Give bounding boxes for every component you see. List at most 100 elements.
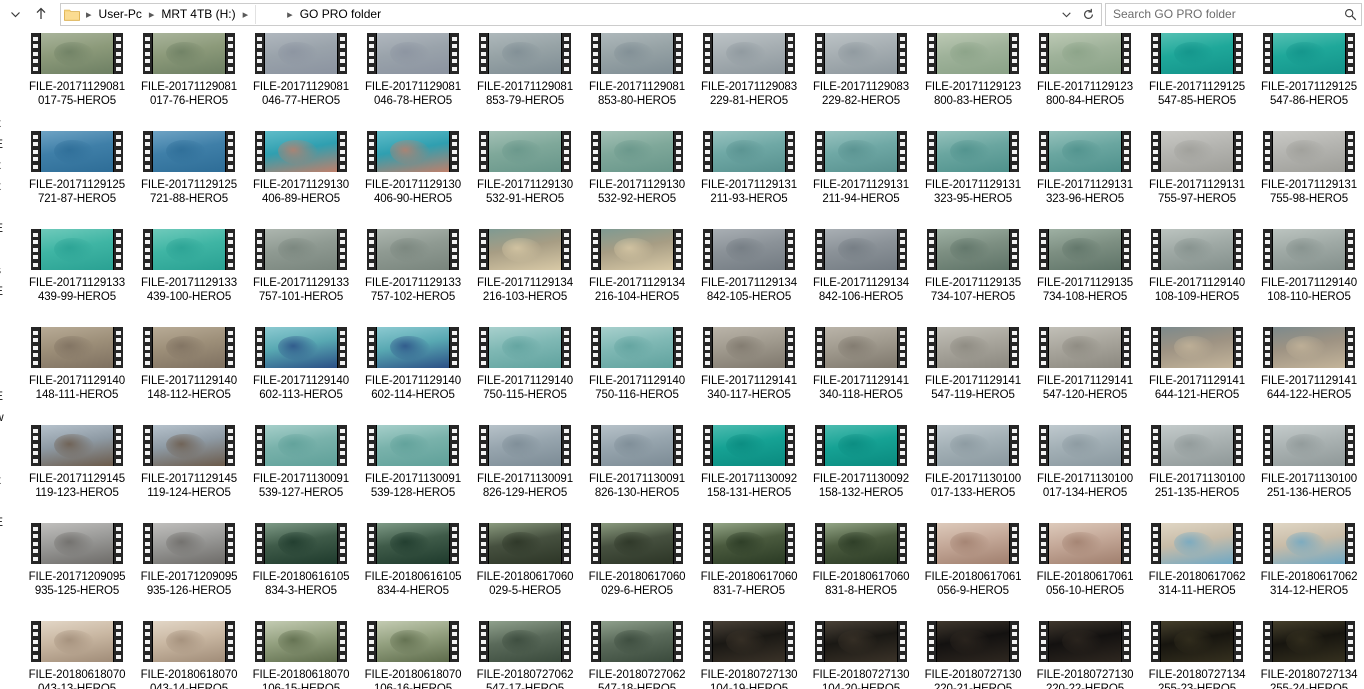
file-item[interactable]: FILE-20171129134 216-104-HERO5 xyxy=(581,225,693,323)
video-thumbnail[interactable] xyxy=(591,31,683,76)
video-thumbnail[interactable] xyxy=(31,129,123,174)
video-thumbnail[interactable] xyxy=(255,31,347,76)
video-thumbnail[interactable] xyxy=(143,521,235,566)
file-item[interactable]: FILE-20171129140 108-110-HERO5 xyxy=(1253,225,1364,323)
breadcrumb-item-user-pc[interactable]: User-Pc xyxy=(95,4,146,25)
file-item[interactable]: FILE-20171129131 211-93-HERO5 xyxy=(693,127,805,225)
file-item[interactable]: FILE-20180727062 547-18-HERO5 xyxy=(581,617,693,689)
file-item[interactable]: FILE-20171129134 842-105-HERO5 xyxy=(693,225,805,323)
video-thumbnail[interactable] xyxy=(479,129,571,174)
video-thumbnail[interactable] xyxy=(1039,31,1131,76)
file-item[interactable]: FILE-20171129125 547-86-HERO5 xyxy=(1253,29,1364,127)
video-thumbnail[interactable] xyxy=(31,619,123,664)
file-item[interactable]: FILE-20171129131 755-98-HERO5 xyxy=(1253,127,1364,225)
video-thumbnail[interactable] xyxy=(591,227,683,272)
video-thumbnail[interactable] xyxy=(703,325,795,370)
file-item[interactable]: FILE-20180617062 314-12-HERO5 xyxy=(1253,519,1364,617)
file-item[interactable]: FILE-20180727062 547-17-HERO5 xyxy=(469,617,581,689)
file-item[interactable]: FILE-20171129125 547-85-HERO5 xyxy=(1141,29,1253,127)
video-thumbnail[interactable] xyxy=(367,325,459,370)
nav-pane-item[interactable]: | xyxy=(0,92,13,113)
nav-pane-item[interactable]: | xyxy=(0,428,13,449)
file-item[interactable]: FILE-20171129140 750-116-HERO5 xyxy=(581,323,693,421)
file-item[interactable]: FILE-20180618070 106-15-HERO5 xyxy=(245,617,357,689)
breadcrumb-item-current-folder[interactable]: GO PRO folder xyxy=(296,4,385,25)
file-item[interactable]: FILE-20171129125 721-88-HERO5 xyxy=(133,127,245,225)
breadcrumb-separator[interactable]: ▸ xyxy=(284,4,296,25)
video-thumbnail[interactable] xyxy=(1039,325,1131,370)
video-thumbnail[interactable] xyxy=(815,31,907,76)
video-thumbnail[interactable] xyxy=(927,423,1019,468)
video-thumbnail[interactable] xyxy=(255,129,347,174)
file-item[interactable]: FILE-20171129140 602-113-HERO5 xyxy=(245,323,357,421)
file-item[interactable]: FILE-20171129131 323-95-HERO5 xyxy=(917,127,1029,225)
video-thumbnail[interactable] xyxy=(255,325,347,370)
file-item[interactable]: FILE-20180616105 834-3-HERO5 xyxy=(245,519,357,617)
video-thumbnail[interactable] xyxy=(703,619,795,664)
file-item[interactable]: FILE-20180617061 056-10-HERO5 xyxy=(1029,519,1141,617)
chevron-down-icon[interactable] xyxy=(1055,4,1077,25)
search-icon[interactable] xyxy=(1339,4,1361,25)
file-item[interactable]: FILE-20171129133 757-101-HERO5 xyxy=(245,225,357,323)
video-thumbnail[interactable] xyxy=(1263,521,1355,566)
file-item[interactable]: FILE-20171130091 539-128-HERO5 xyxy=(357,421,469,519)
video-thumbnail[interactable] xyxy=(1151,521,1243,566)
video-thumbnail[interactable] xyxy=(1151,619,1243,664)
file-item[interactable]: FILE-20171129140 148-111-HERO5 xyxy=(21,323,133,421)
file-item[interactable]: FILE-20171129141 644-122-HERO5 xyxy=(1253,323,1364,421)
video-thumbnail[interactable] xyxy=(367,619,459,664)
file-item[interactable]: FILE-20171129131 755-97-HERO5 xyxy=(1141,127,1253,225)
nav-pane-item[interactable]: | xyxy=(0,554,13,575)
video-thumbnail[interactable] xyxy=(31,521,123,566)
video-thumbnail[interactable] xyxy=(143,325,235,370)
file-item[interactable]: FILE-20171129135 734-108-HERO5 xyxy=(1029,225,1141,323)
file-item[interactable]: FILE-20171129081 046-77-HERO5 xyxy=(245,29,357,127)
video-thumbnail[interactable] xyxy=(479,521,571,566)
nav-pane-item[interactable]: x xyxy=(0,176,13,197)
video-thumbnail[interactable] xyxy=(1263,129,1355,174)
video-thumbnail[interactable] xyxy=(815,325,907,370)
video-thumbnail[interactable] xyxy=(479,31,571,76)
breadcrumb-separator[interactable]: ▸ xyxy=(83,4,95,25)
file-item[interactable]: FILE-20171129140 108-109-HERO5 xyxy=(1141,225,1253,323)
video-thumbnail[interactable] xyxy=(367,423,459,468)
video-thumbnail[interactable] xyxy=(31,31,123,76)
video-thumbnail[interactable] xyxy=(1039,619,1131,664)
video-thumbnail[interactable] xyxy=(1263,619,1355,664)
video-thumbnail[interactable] xyxy=(143,423,235,468)
file-item[interactable]: FILE-20171129140 148-112-HERO5 xyxy=(133,323,245,421)
video-thumbnail[interactable] xyxy=(1263,325,1355,370)
file-item[interactable]: FILE-20171130092 158-131-HERO5 xyxy=(693,421,805,519)
nav-pane-item[interactable]: | xyxy=(0,323,13,344)
file-item[interactable]: FILE-20171129145 119-123-HERO5 xyxy=(21,421,133,519)
refresh-icon[interactable] xyxy=(1077,4,1099,25)
nav-pane-item[interactable]: | xyxy=(0,365,13,386)
video-thumbnail[interactable] xyxy=(1039,227,1131,272)
video-thumbnail[interactable] xyxy=(367,31,459,76)
video-thumbnail[interactable] xyxy=(927,31,1019,76)
video-thumbnail[interactable] xyxy=(1039,521,1131,566)
breadcrumb[interactable]: ▸ User-Pc ▸ MRT 4TB (H:) ▸ ▸ GO PRO fold… xyxy=(60,2,1102,26)
video-thumbnail[interactable] xyxy=(703,129,795,174)
nav-pane-item[interactable]: i xyxy=(0,29,13,50)
video-thumbnail[interactable] xyxy=(255,423,347,468)
nav-pane-item[interactable]: [ xyxy=(0,50,13,71)
nav-pane-item[interactable]: x xyxy=(0,155,13,176)
nav-pane-item[interactable]: w xyxy=(0,407,13,428)
file-item[interactable]: FILE-20171130100 017-134-HERO5 xyxy=(1029,421,1141,519)
file-item[interactable]: FILE-20171129081 853-80-HERO5 xyxy=(581,29,693,127)
video-thumbnail[interactable] xyxy=(255,619,347,664)
video-thumbnail[interactable] xyxy=(815,423,907,468)
nav-pane-item[interactable]: E xyxy=(0,218,13,239)
nav-pane-item[interactable]: E xyxy=(0,281,13,302)
file-item[interactable]: FILE-20180727130 220-22-HERO5 xyxy=(1029,617,1141,689)
file-item[interactable]: FILE-20171129135 734-107-HERO5 xyxy=(917,225,1029,323)
video-thumbnail[interactable] xyxy=(143,129,235,174)
video-thumbnail[interactable] xyxy=(591,129,683,174)
nav-pane-item[interactable]: | xyxy=(0,302,13,323)
video-thumbnail[interactable] xyxy=(1039,129,1131,174)
nav-pane-item[interactable]: E xyxy=(0,134,13,155)
file-item[interactable]: FILE-20180727130 104-20-HERO5 xyxy=(805,617,917,689)
file-item[interactable]: FILE-20171129134 216-103-HERO5 xyxy=(469,225,581,323)
video-thumbnail[interactable] xyxy=(815,227,907,272)
